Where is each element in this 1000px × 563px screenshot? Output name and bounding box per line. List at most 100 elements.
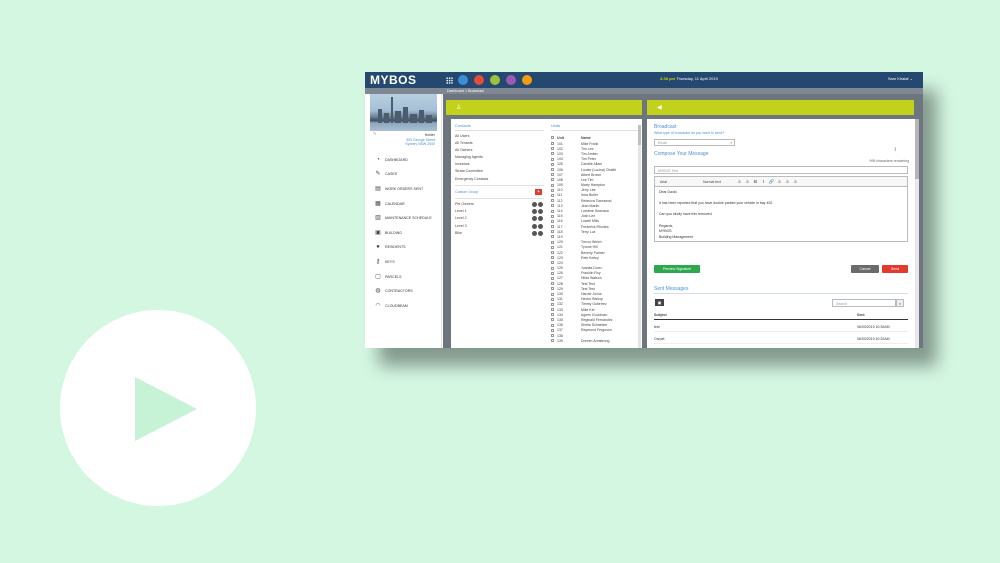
unit-checkbox[interactable] (551, 276, 554, 280)
italic-icon[interactable]: I (760, 179, 767, 185)
sidebar-item-calendar[interactable]: ▦ CALENDAR (365, 196, 441, 211)
building-city[interactable]: Sydney NSW 2000 (365, 142, 435, 147)
unit-checkbox[interactable] (551, 225, 554, 229)
edit-icon[interactable] (532, 209, 537, 215)
page-scrollbar[interactable] (915, 119, 919, 348)
unit-checkbox[interactable] (551, 282, 554, 286)
user-menu[interactable]: Sam Khalaf ⌄ (888, 76, 913, 81)
unit-checkbox[interactable] (551, 219, 554, 223)
edit-icon[interactable] (532, 223, 537, 229)
sent-column-header[interactable]: Sent (857, 313, 865, 317)
unordered-list-icon[interactable]: ≡ (736, 179, 743, 185)
cancel-button[interactable]: Cancel (851, 265, 879, 273)
unit-checkbox[interactable] (551, 313, 554, 317)
unit-checkbox[interactable] (551, 261, 554, 265)
message-editor[interactable]: Dear David, It has been reported that you… (654, 186, 908, 242)
contact-item[interactable]: Strata Committee (451, 168, 548, 175)
attachment-icon[interactable]: ⌇ (894, 147, 896, 153)
bold-icon[interactable]: B (752, 179, 759, 185)
unit-checkbox[interactable] (551, 188, 554, 192)
units-scrollbar[interactable] (638, 125, 641, 348)
contact-item[interactable]: Emergency Contacts (451, 176, 548, 183)
unit-checkbox[interactable] (551, 302, 554, 306)
search-icon[interactable]: ⌕ (896, 299, 904, 307)
unit-checkbox[interactable] (551, 230, 554, 234)
ordered-list-icon[interactable]: ≡ (744, 179, 751, 185)
unit-row[interactable]: 139 Doreen Armstrong (547, 338, 642, 343)
unit-checkbox[interactable] (551, 204, 554, 208)
unit-checkbox[interactable] (551, 193, 554, 197)
delete-icon[interactable] (538, 216, 543, 222)
select-all-checkbox[interactable] (551, 136, 554, 139)
app-shortcut-icon[interactable] (506, 75, 516, 85)
contact-item[interactable]: Investors (451, 161, 548, 168)
text-style-select[interactable]: Normal text (703, 180, 733, 184)
unit-checkbox[interactable] (551, 323, 554, 327)
contact-item[interactable]: All Tenants (451, 140, 548, 147)
sidebar-item-cases[interactable]: ✎ CASES (365, 167, 441, 182)
print-icon[interactable]: ▣ (655, 299, 664, 306)
unit-checkbox[interactable] (551, 251, 554, 255)
delete-icon[interactable] (538, 223, 543, 229)
unit-checkbox[interactable] (551, 334, 554, 338)
group-item[interactable]: Level 3 (451, 223, 548, 230)
unit-checkbox[interactable] (551, 152, 554, 156)
unit-checkbox[interactable] (551, 168, 554, 172)
sidebar-item-building[interactable]: ▣ BUILDING (365, 225, 441, 240)
unit-checkbox[interactable] (551, 235, 554, 239)
sent-message-row[interactable]: test 06/03/2019 10:30AM (654, 322, 908, 332)
sidebar-item-keys[interactable]: ⚷ KEYS (365, 255, 441, 270)
unit-checkbox[interactable] (551, 162, 554, 166)
contact-item[interactable]: All Owners (451, 147, 548, 154)
unit-checkbox[interactable] (551, 199, 554, 203)
unit-checkbox[interactable] (551, 209, 554, 213)
unit-checkbox[interactable] (551, 339, 554, 343)
unit-checkbox[interactable] (551, 271, 554, 275)
unit-checkbox[interactable] (551, 173, 554, 177)
unit-checkbox[interactable] (551, 287, 554, 291)
align-center-icon[interactable]: ≡ (784, 179, 791, 185)
sidebar-item-work-orders-sent[interactable]: ▤ WORK ORDERS SENT (365, 182, 441, 197)
broadcast-type-select[interactable]: Email ▾ (654, 139, 735, 146)
sent-message-row[interactable]: Carpet 06/03/2019 10:20AM (654, 334, 908, 344)
sidebar-item-maintenance-schedule[interactable]: ▥ MAINTENANCE SCHEDULE (365, 211, 441, 226)
app-shortcut-icon[interactable] (522, 75, 532, 85)
app-shortcut-icon[interactable] (490, 75, 500, 85)
send-button[interactable]: Send (882, 265, 908, 273)
unit-checkbox[interactable] (551, 308, 554, 312)
sidebar-item-cloudbeam[interactable]: ◠ CLOUDBEAM (365, 298, 441, 313)
unit-checkbox[interactable] (551, 256, 554, 260)
edit-icon[interactable] (532, 216, 537, 222)
contact-item[interactable]: All Users (451, 133, 548, 140)
font-select[interactable]: Arial (660, 180, 700, 184)
preview-signature-button[interactable]: Preview Signature (654, 265, 700, 273)
app-shortcut-icon[interactable] (458, 75, 468, 85)
unit-checkbox[interactable] (551, 266, 554, 270)
unit-checkbox[interactable] (551, 240, 554, 244)
group-item[interactable]: Level 2 (451, 215, 548, 222)
delete-icon[interactable] (538, 201, 543, 207)
group-item[interactable]: Level 1 (451, 208, 548, 215)
apps-grid-icon[interactable] (446, 76, 453, 84)
edit-building-icon[interactable]: ✎ (373, 131, 376, 137)
mybos-logo[interactable]: MYBOS (370, 73, 446, 87)
unit-checkbox[interactable] (551, 157, 554, 161)
unit-checkbox[interactable] (551, 147, 554, 151)
align-left-icon[interactable]: ≡ (776, 179, 783, 185)
sidebar-item-residents[interactable]: ● RESIDENTS (365, 240, 441, 255)
edit-icon[interactable] (532, 201, 537, 207)
add-group-button[interactable]: + (535, 188, 542, 195)
play-icon[interactable] (135, 377, 197, 441)
unit-checkbox[interactable] (551, 183, 554, 187)
group-item[interactable]: Bike (451, 230, 548, 237)
unit-checkbox[interactable] (551, 318, 554, 322)
sidebar-item-parcels[interactable]: ▢ PARCELS (365, 269, 441, 284)
contact-item[interactable]: Managing Agents (451, 154, 548, 161)
unit-checkbox[interactable] (551, 292, 554, 296)
app-shortcut-icon[interactable] (474, 75, 484, 85)
unit-checkbox[interactable] (551, 328, 554, 332)
unit-checkbox[interactable] (551, 142, 554, 146)
subject-column-header[interactable]: Subject (654, 313, 667, 317)
subject-input[interactable]: MYBOS Test (654, 166, 908, 174)
sidebar-item-contractors[interactable]: ◍ CONTRACTORS (365, 284, 441, 299)
